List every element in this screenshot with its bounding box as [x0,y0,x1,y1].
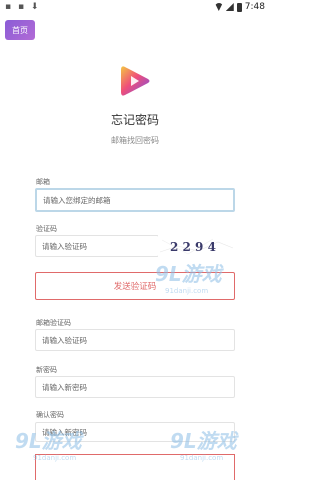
captcha-label: 验证码 [36,225,57,233]
app-logo-icon [121,66,150,96]
captcha-input[interactable] [35,235,159,257]
captcha-image[interactable]: 2 2 9 4 [158,234,235,258]
battery-icon [236,2,242,12]
page-title: 忘记密码 [110,113,159,127]
email-code-input[interactable] [35,329,235,351]
captcha-text: 2 2 9 4 [170,240,216,254]
new-password-label: 新密码 [36,366,57,374]
status-right: 7:48 [214,2,265,12]
confirm-password-label: 确认密码 [36,411,64,419]
submit-button[interactable] [35,454,235,480]
notification-icons: ▪ ▪ ⬇ [5,2,41,12]
status-time: 7:48 [244,2,265,12]
email-label: 邮箱 [36,178,50,186]
confirm-password-input[interactable] [35,422,235,442]
send-code-button[interactable]: 发送验证码 [35,272,235,300]
status-bar: ▪ ▪ ⬇ 7:48 [0,0,270,16]
page-subtitle: 邮箱找回密码 [111,136,159,145]
new-password-input[interactable] [35,376,235,398]
home-button[interactable]: 首页 [5,20,35,40]
email-code-label: 邮箱验证码 [36,319,71,327]
signal-icon [225,3,234,11]
email-field[interactable] [35,188,235,212]
wifi-icon [214,3,223,11]
